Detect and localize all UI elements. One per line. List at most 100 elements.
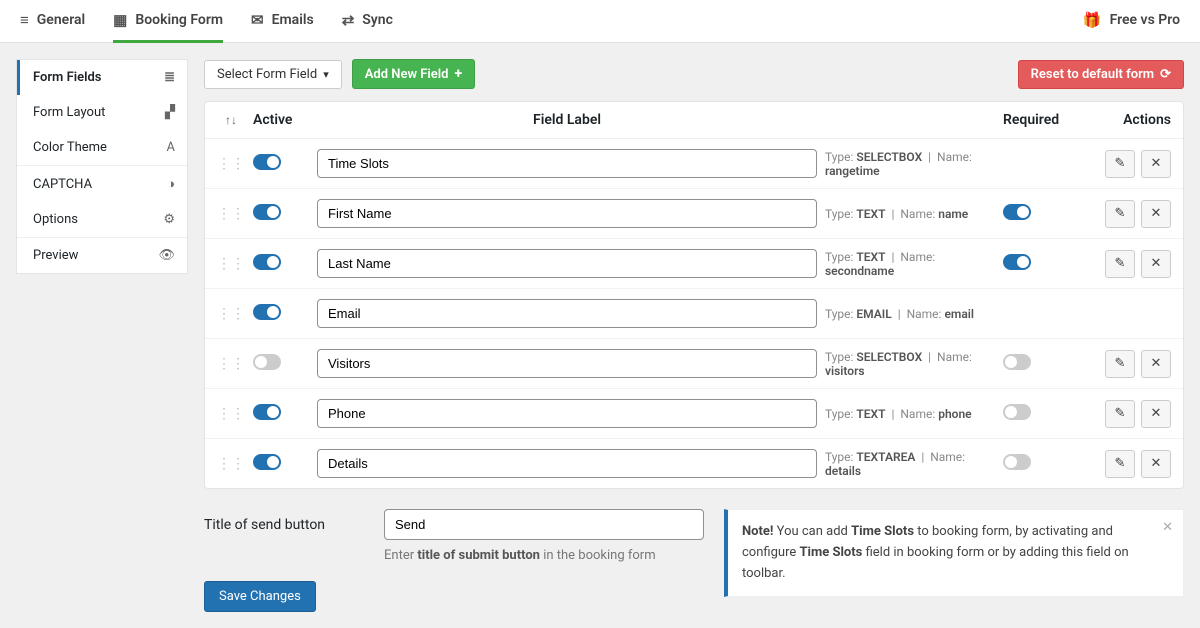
sidebar-item-label: Form Fields bbox=[33, 70, 101, 85]
sliders-icon: ≡ bbox=[20, 11, 29, 29]
edit-icon[interactable]: ✎ bbox=[1105, 400, 1135, 428]
header-field-label: Field Label bbox=[317, 112, 817, 128]
edit-icon[interactable]: ✎ bbox=[1105, 250, 1135, 278]
close-icon[interactable]: ✕ bbox=[1162, 518, 1173, 539]
edit-icon[interactable]: ✎ bbox=[1105, 450, 1135, 478]
nav-booking-label: Booking Form bbox=[135, 12, 223, 28]
sidebar-item-options[interactable]: Options ⚙ bbox=[17, 202, 187, 237]
field-meta: Type: SELECTBOX | Name: rangetime bbox=[825, 150, 995, 178]
field-label-input[interactable] bbox=[317, 349, 817, 378]
delete-icon[interactable]: ✕ bbox=[1141, 400, 1171, 428]
sync-icon: ⇄ bbox=[342, 11, 355, 29]
sidebar-item-label: Form Layout bbox=[33, 105, 105, 120]
delete-icon[interactable]: ✕ bbox=[1141, 150, 1171, 178]
sidebar-item-label: Color Theme bbox=[33, 140, 107, 155]
delete-icon[interactable]: ✕ bbox=[1141, 200, 1171, 228]
field-label-input[interactable] bbox=[317, 249, 817, 278]
header-active: Active bbox=[253, 112, 309, 128]
required-toggle[interactable] bbox=[1003, 404, 1031, 420]
field-meta: Type: SELECTBOX | Name: visitors bbox=[825, 350, 995, 378]
nav-free-vs-pro-label: Free vs Pro bbox=[1110, 12, 1180, 28]
nav-emails-label: Emails bbox=[272, 12, 314, 28]
active-toggle[interactable] bbox=[253, 454, 281, 470]
chevron-down-icon: ▾ bbox=[323, 68, 329, 81]
options-icon: ⚙ bbox=[163, 212, 175, 227]
active-toggle[interactable] bbox=[253, 354, 281, 370]
list-icon: ≣ bbox=[164, 70, 175, 85]
sidebar-item-form-layout[interactable]: Form Layout ▞ bbox=[17, 95, 187, 130]
field-label-input[interactable] bbox=[317, 449, 817, 478]
sidebar-item-label: Preview bbox=[33, 248, 78, 263]
drag-handle-icon[interactable]: ⋮⋮ bbox=[217, 456, 245, 472]
field-label-input[interactable] bbox=[317, 149, 817, 178]
gift-icon: 🎁 bbox=[1083, 11, 1102, 29]
layout-icon: ▞ bbox=[165, 105, 175, 120]
delete-icon[interactable]: ✕ bbox=[1141, 350, 1171, 378]
field-meta: Type: TEXT | Name: secondname bbox=[825, 250, 995, 278]
add-new-field-button[interactable]: Add New Field + bbox=[352, 59, 475, 89]
field-label-input[interactable] bbox=[317, 299, 817, 328]
delete-icon[interactable]: ✕ bbox=[1141, 450, 1171, 478]
field-label-input[interactable] bbox=[317, 199, 817, 228]
field-meta: Type: TEXT | Name: phone bbox=[825, 407, 995, 421]
required-toggle[interactable] bbox=[1003, 204, 1031, 220]
select-form-field-label: Select Form Field bbox=[217, 67, 317, 82]
send-title-helper: Enter title of submit button in the book… bbox=[384, 548, 704, 563]
drag-handle-icon[interactable]: ⋮⋮ bbox=[217, 306, 245, 322]
edit-icon[interactable]: ✎ bbox=[1105, 350, 1135, 378]
active-toggle[interactable] bbox=[253, 254, 281, 270]
sort-icon[interactable]: ↑↓ bbox=[217, 113, 245, 127]
theme-icon: A bbox=[167, 140, 175, 155]
edit-icon[interactable]: ✎ bbox=[1105, 200, 1135, 228]
edit-icon[interactable]: ✎ bbox=[1105, 150, 1135, 178]
note-box: ✕ Note! You can add Time Slots to bookin… bbox=[724, 509, 1184, 597]
nav-free-vs-pro[interactable]: 🎁 Free vs Pro bbox=[1083, 0, 1180, 43]
active-toggle[interactable] bbox=[253, 154, 281, 170]
top-nav-left: ≡ General ▦ Booking Form ✉ Emails ⇄ Sync bbox=[20, 0, 393, 43]
reset-button-label: Reset to default form bbox=[1031, 67, 1154, 82]
add-new-field-label: Add New Field bbox=[365, 67, 449, 82]
field-label-input[interactable] bbox=[317, 399, 817, 428]
eye-icon: 👁 bbox=[158, 248, 175, 263]
send-title-section: Title of send button Enter title of subm… bbox=[204, 509, 708, 612]
field-row: ⋮⋮ Type: TEXT | Name: phone ✎✕ bbox=[205, 389, 1183, 439]
select-form-field-button[interactable]: Select Form Field ▾ bbox=[204, 60, 342, 89]
sidebar-item-captcha[interactable]: CAPTCHA◑ bbox=[17, 166, 187, 202]
field-row: ⋮⋮ Type: SELECTBOX | Name: visitors ✎✕ bbox=[205, 339, 1183, 389]
required-toggle[interactable] bbox=[1003, 254, 1031, 270]
required-toggle[interactable] bbox=[1003, 354, 1031, 370]
nav-sync[interactable]: ⇄ Sync bbox=[342, 0, 393, 43]
drag-handle-icon[interactable]: ⋮⋮ bbox=[217, 206, 245, 222]
delete-icon[interactable]: ✕ bbox=[1141, 250, 1171, 278]
save-button-label: Save Changes bbox=[219, 589, 301, 604]
nav-emails[interactable]: ✉ Emails bbox=[251, 0, 314, 43]
toolbar: Select Form Field ▾ Add New Field + Rese… bbox=[204, 59, 1184, 89]
send-title-input[interactable] bbox=[384, 509, 704, 540]
drag-handle-icon[interactable]: ⋮⋮ bbox=[217, 406, 245, 422]
sidebar-item-color-theme[interactable]: Color Theme A bbox=[17, 130, 187, 165]
field-meta: Type: EMAIL | Name: email bbox=[825, 307, 995, 321]
form-icon: ▦ bbox=[113, 11, 127, 29]
save-button[interactable]: Save Changes bbox=[204, 581, 316, 612]
plus-icon: + bbox=[455, 66, 463, 82]
nav-general[interactable]: ≡ General bbox=[20, 0, 85, 43]
active-toggle[interactable] bbox=[253, 204, 281, 220]
header-required: Required bbox=[1003, 112, 1083, 128]
sidebar-item-preview[interactable]: Preview 👁 bbox=[17, 238, 187, 273]
drag-handle-icon[interactable]: ⋮⋮ bbox=[217, 356, 245, 372]
required-toggle[interactable] bbox=[1003, 454, 1031, 470]
drag-handle-icon[interactable]: ⋮⋮ bbox=[217, 256, 245, 272]
nav-sync-label: Sync bbox=[362, 12, 393, 28]
main-area: Select Form Field ▾ Add New Field + Rese… bbox=[204, 59, 1184, 612]
nav-booking[interactable]: ▦ Booking Form bbox=[113, 0, 223, 43]
active-toggle[interactable] bbox=[253, 304, 281, 320]
reset-button[interactable]: Reset to default form ⟳ bbox=[1018, 60, 1184, 89]
sidebar-item-form-fields[interactable]: Form Fields ≣ bbox=[17, 60, 187, 95]
field-row: ⋮⋮ Type: TEXT | Name: secondname ✎✕ bbox=[205, 239, 1183, 289]
active-toggle[interactable] bbox=[253, 404, 281, 420]
mail-icon: ✉ bbox=[251, 11, 264, 29]
fields-table-header: ↑↓ Active Field Label Required Actions bbox=[205, 102, 1183, 139]
sidebar-item-label: Options bbox=[33, 212, 78, 227]
drag-handle-icon[interactable]: ⋮⋮ bbox=[217, 156, 245, 172]
nav-general-label: General bbox=[37, 12, 85, 28]
